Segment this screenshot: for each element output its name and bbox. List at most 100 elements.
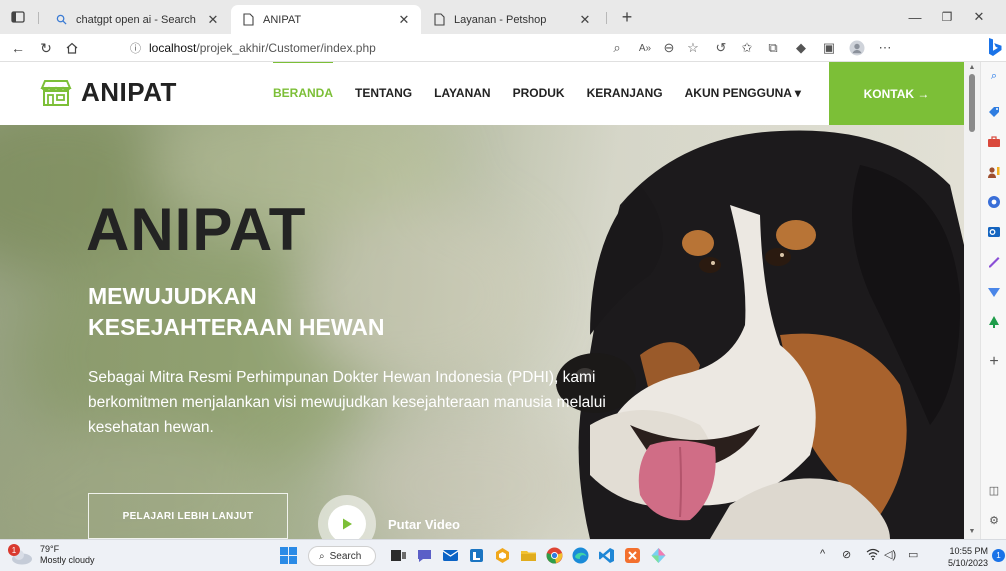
- system-clock[interactable]: 10:55 PM 5/10/2023: [938, 545, 988, 569]
- figma-like-icon[interactable]: [650, 547, 667, 564]
- search-icon: [54, 13, 68, 27]
- edge-sidebar: ⌕ + ◫ ⚙: [980, 62, 1006, 539]
- play-video-label[interactable]: Putar Video: [388, 517, 460, 532]
- task-view-icon[interactable]: [390, 547, 407, 564]
- tab-close-icon[interactable]: ✕: [397, 12, 411, 28]
- close-window-button[interactable]: ✕: [964, 0, 994, 34]
- tab-search[interactable]: chatgpt open ai - Search ✕: [44, 5, 230, 34]
- volume-icon[interactable]: ◁): [884, 548, 896, 561]
- notification-badge[interactable]: 1: [992, 549, 1005, 562]
- scroll-up-arrow-icon[interactable]: ▲: [968, 64, 976, 71]
- favorites-icon[interactable]: ✩: [738, 39, 756, 57]
- screenshot-icon[interactable]: ▣: [820, 39, 838, 57]
- xampp-icon[interactable]: [624, 547, 641, 564]
- taskbar-search-icon: ⌕: [319, 550, 325, 562]
- tray-overflow-icon[interactable]: ^: [820, 548, 825, 560]
- menu-item-keranjang[interactable]: KERANJANG: [587, 86, 663, 100]
- weather-text: 79°F Mostly cloudy: [40, 544, 95, 566]
- new-tab-button[interactable]: +: [612, 0, 642, 34]
- teams-icon[interactable]: [468, 547, 485, 564]
- play-icon[interactable]: [328, 505, 366, 539]
- kontak-button[interactable]: KONTAK →: [829, 62, 964, 125]
- back-button[interactable]: ←: [8, 38, 28, 58]
- weather-widget[interactable]: 1 79°F Mostly cloudy: [8, 544, 95, 566]
- scrollbar-thumb[interactable]: [969, 74, 975, 132]
- tree-icon[interactable]: [986, 314, 1002, 330]
- refresh-button[interactable]: ↻: [36, 38, 56, 58]
- page-viewport: ANIPAT BERANDA TENTANG LAYANAN PRODUK KE…: [0, 62, 964, 539]
- hero-section: ANIPAT MEWUJUDKAN KESEJAHTERAAN HEWAN Se…: [0, 125, 964, 539]
- send-icon[interactable]: [986, 284, 1002, 300]
- more-menu-icon[interactable]: ⋯: [876, 39, 894, 57]
- info-icon[interactable]: ⓘ: [130, 40, 141, 56]
- people-icon[interactable]: [986, 164, 1002, 180]
- learn-more-button[interactable]: PELAJARI LEBIH LANJUT: [88, 493, 288, 539]
- weather-temp: 79°F: [40, 544, 60, 554]
- weather-desc: Mostly cloudy: [40, 555, 95, 565]
- windows-start-icon[interactable]: [280, 547, 297, 564]
- hero-subtitle-line-2: KESEJAHTERAAN HEWAN: [88, 314, 385, 340]
- tab-anipat[interactable]: ANIPAT ✕: [231, 5, 421, 34]
- menu-item-layanan[interactable]: LAYANAN: [434, 86, 490, 100]
- vscode-icon[interactable]: [598, 547, 615, 564]
- taskbar-search[interactable]: ⌕ Search: [308, 546, 376, 566]
- outlook-icon[interactable]: [986, 224, 1002, 240]
- address-bar[interactable]: ⓘ localhost/projek_akhir/Customer/index.…: [130, 38, 600, 58]
- games-icon[interactable]: [986, 194, 1002, 210]
- tab-close-icon[interactable]: ✕: [578, 12, 592, 28]
- scroll-down-arrow-icon[interactable]: ▼: [968, 528, 976, 535]
- shopping-tag-icon[interactable]: [986, 104, 1002, 120]
- tab-title: chatgpt open ai - Search: [76, 13, 196, 26]
- page-scrollbar[interactable]: ▲ ▼: [964, 62, 980, 539]
- menu-item-beranda[interactable]: BERANDA: [273, 62, 333, 100]
- hero-subtitle: MEWUJUDKAN KESEJAHTERAAN HEWAN: [88, 281, 384, 343]
- tab-layanan[interactable]: Layanan - Petshop ✕: [422, 5, 602, 34]
- site-logo[interactable]: ANIPAT: [40, 77, 177, 108]
- hide-sidebar-icon[interactable]: ◫: [986, 482, 1002, 498]
- refresh-extension-icon[interactable]: ↺: [712, 39, 730, 57]
- cloud-icon: 1: [8, 544, 34, 566]
- tab-title: ANIPAT: [263, 13, 302, 26]
- favorite-add-icon[interactable]: ☆: [684, 39, 702, 57]
- mail-icon[interactable]: [442, 547, 459, 564]
- zoom-icon[interactable]: ⊖: [660, 39, 678, 57]
- store-logo-icon: [40, 79, 72, 106]
- page-icon: [432, 13, 446, 27]
- tray-sync-icon[interactable]: ⊘: [842, 548, 851, 561]
- sidebar-search-icon[interactable]: ⌕: [986, 68, 1002, 84]
- play-video-button[interactable]: Putar Video: [318, 495, 460, 539]
- add-sidebar-icon[interactable]: +: [986, 353, 1002, 370]
- weather-badge: 1: [8, 544, 20, 556]
- menu-item-produk[interactable]: PRODUK: [513, 86, 565, 100]
- play-button-ring[interactable]: [318, 495, 376, 539]
- browser-toolbar: ← ↻ ⓘ localhost/projek_akhir/Customer/in…: [0, 34, 1006, 62]
- minimize-button[interactable]: —: [900, 0, 930, 34]
- extension-icon[interactable]: ◆: [792, 39, 810, 57]
- profile-avatar-icon[interactable]: [848, 39, 866, 57]
- bing-chat-icon[interactable]: [984, 37, 1004, 57]
- menu-item-akun-pengguna[interactable]: AKUN PENGGUNA ▾: [685, 86, 801, 100]
- sidebar-settings-icon[interactable]: ⚙: [986, 512, 1002, 528]
- read-aloud-icon[interactable]: A»: [636, 39, 654, 57]
- battery-icon[interactable]: ▭: [908, 548, 918, 561]
- menu-item-tentang[interactable]: TENTANG: [355, 86, 412, 100]
- search-page-icon[interactable]: ⌕: [608, 39, 626, 57]
- restore-button[interactable]: ❐: [932, 0, 962, 34]
- browser-tab-strip: chatgpt open ai - Search ✕ ANIPAT ✕ Laya…: [0, 0, 1006, 34]
- tab-close-icon[interactable]: ✕: [206, 12, 220, 28]
- edge-browser-icon[interactable]: [572, 547, 589, 564]
- wifi-icon[interactable]: [866, 548, 880, 563]
- site-header: ANIPAT BERANDA TENTANG LAYANAN PRODUK KE…: [0, 62, 964, 125]
- chat-icon[interactable]: [416, 547, 433, 564]
- drop-icon[interactable]: [986, 254, 1002, 270]
- page-icon: [241, 13, 255, 27]
- dog-photo: [556, 130, 964, 539]
- tools-icon[interactable]: [986, 134, 1002, 150]
- taskbar-search-label: Search: [329, 550, 362, 562]
- office-icon[interactable]: [494, 547, 511, 564]
- chrome-icon[interactable]: [546, 547, 563, 564]
- tab-actions-icon[interactable]: [10, 9, 26, 25]
- file-explorer-icon[interactable]: [520, 547, 537, 564]
- home-button[interactable]: [62, 38, 82, 58]
- collections-icon[interactable]: ⧉: [764, 39, 782, 57]
